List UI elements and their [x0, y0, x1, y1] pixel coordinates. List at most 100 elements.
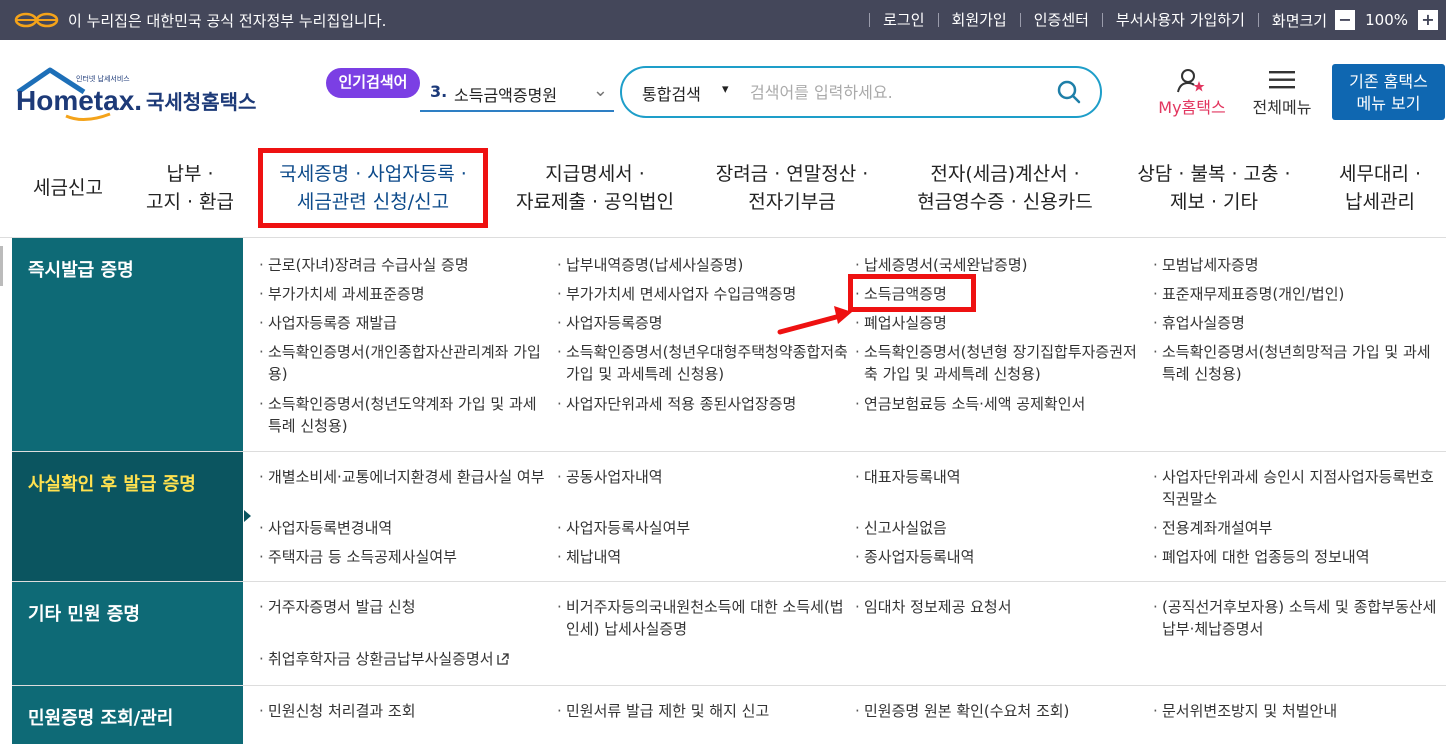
- my-hometax-label: My홈택스: [1158, 98, 1226, 117]
- legacy-line1: 기존 홈택스: [1349, 72, 1428, 91]
- nav-payment[interactable]: 납부 · 고지 · 환급: [130, 138, 250, 238]
- nav-tax-agent[interactable]: 세무대리 · 납세관리: [1322, 138, 1438, 238]
- menu-link[interactable]: 주택자금 등 소득공제사실여부: [259, 546, 548, 568]
- menu-link[interactable]: 모범납세자증명: [1153, 254, 1442, 276]
- nav-consulting[interactable]: 상담 · 불복 · 고충 · 제보 · 기타: [1124, 138, 1304, 238]
- zoom-label: 화면크기: [1271, 11, 1328, 30]
- nav-label: 제보 · 기타: [1169, 191, 1259, 213]
- menu-link[interactable]: 표준재무제표증명(개인/법인): [1153, 283, 1442, 305]
- menu-link[interactable]: 폐업자에 대한 업종등의 정보내역: [1153, 546, 1442, 568]
- all-menu-button[interactable]: 전체메뉴: [1244, 66, 1320, 118]
- menu-link[interactable]: 부가가치세 과세표준증명: [259, 283, 548, 305]
- highlight-box: [848, 274, 976, 312]
- menu-link[interactable]: 납부내역증명(납세사실증명): [557, 254, 846, 276]
- menu-link[interactable]: 민원증명 원본 확인(수요처 조회): [855, 700, 1144, 722]
- red-arrow-icon: [777, 306, 852, 335]
- nav-tax-report[interactable]: 세금신고: [20, 138, 116, 238]
- popular-term[interactable]: 소득금액증명원: [454, 82, 557, 106]
- section-other-certs: 기타 민원 증명 거주자증명서 발급 신청 비거주자등의국내원천소득에 대한 소…: [12, 582, 1446, 686]
- menu-link[interactable]: 폐업사실증명: [855, 312, 1144, 334]
- nav-label: 장려금 · 연말정산 ·: [715, 163, 869, 185]
- all-menu-label: 전체메뉴: [1252, 98, 1312, 117]
- nav-label: 세무대리 ·: [1339, 163, 1421, 185]
- zoom-out-button[interactable]: −: [1335, 10, 1356, 30]
- section-title: 즉시발급 증명: [12, 238, 243, 451]
- my-hometax-button[interactable]: My홈택스: [1150, 66, 1234, 118]
- nav-e-invoice[interactable]: 전자(세금)계산서 · 현금영수증 · 신용카드: [900, 138, 1110, 238]
- menu-link[interactable]: (공직선거후보자용) 소득세 및 종합부동산세 납부·체납증명서: [1153, 596, 1442, 640]
- nav-incentives[interactable]: 장려금 · 연말정산 · 전자기부금: [704, 138, 880, 238]
- popular-search-rotator[interactable]: 3. 소득금액증명원 ⌄: [420, 74, 614, 112]
- zoom-in-button[interactable]: +: [1418, 10, 1438, 30]
- zoom-control: 화면크기 − 100% +: [1257, 10, 1446, 30]
- menu-link[interactable]: 취업후학자금 상환금납부사실증명서: [259, 648, 558, 670]
- gov-banner: 이 누리집은 대한민국 공식 전자정부 누리집입니다. 로그인 회원가입 인증센…: [0, 0, 1446, 40]
- section-instant-issue: 즉시발급 증명 근로(자녀)장려금 수급사실 증명 납부내역증명(납세사실증명)…: [12, 238, 1446, 452]
- menu-link[interactable]: 종사업자등록내역: [855, 546, 1144, 568]
- signup-link[interactable]: 회원가입: [937, 13, 1020, 28]
- nav-label: 납부 ·: [166, 163, 214, 185]
- nav-label: 납세관리: [1345, 191, 1415, 213]
- nav-label: 지급명세서 ·: [545, 163, 645, 185]
- menu-link[interactable]: 소득확인증명서(개인종합자산관리계좌 가입용): [259, 341, 548, 385]
- login-link[interactable]: 로그인: [869, 13, 937, 28]
- scroll-marker: [0, 246, 3, 286]
- menu-link[interactable]: 개별소비세·교통에너지환경세 환급사실 여부: [259, 466, 548, 488]
- nav-statements[interactable]: 지급명세서 · 자료제출 · 공익법인: [500, 138, 690, 238]
- search-scope-select[interactable]: 통합검색: [642, 81, 701, 105]
- menu-link[interactable]: 사업자등록증 재발급: [259, 312, 548, 334]
- menu-link[interactable]: 사업자등록변경내역: [259, 517, 548, 539]
- nav-highlight-box: [258, 148, 488, 228]
- legacy-line2: 메뉴 보기: [1356, 94, 1421, 113]
- scope-chevron-icon[interactable]: ▾: [722, 82, 729, 97]
- search-bar: 통합검색 ▾: [620, 66, 1102, 118]
- menu-link[interactable]: 대표자등록내역: [855, 466, 1144, 488]
- utility-links: 로그인 회원가입 인증센터 부서사용자 가입하기 화면크기 − 100% +: [869, 0, 1446, 40]
- menu-link-text: 취업후학자금 상환금납부사실증명서: [268, 650, 494, 668]
- menu-link[interactable]: 전용계좌개설여부: [1153, 517, 1442, 539]
- menu-link[interactable]: 거주자증명서 발급 신청: [259, 596, 548, 618]
- menu-link[interactable]: 소득확인증명서(청년우대형주택청약종합저축 가입 및 과세특례 신청용): [557, 341, 848, 385]
- menu-link[interactable]: 체납내역: [557, 546, 846, 568]
- nav-label: 세금신고: [33, 177, 103, 199]
- menu-link[interactable]: 신고사실없음: [855, 517, 1144, 539]
- search-icon[interactable]: [1056, 79, 1082, 105]
- dept-user-signup-link[interactable]: 부서사용자 가입하기: [1101, 13, 1258, 28]
- section-title: 민원증명 조회/관리: [12, 686, 243, 744]
- section-verified-issue: 사실확인 후 발급 증명 개별소비세·교통에너지환경세 환급사실 여부 공동사업…: [12, 452, 1446, 582]
- search-input[interactable]: [750, 80, 1040, 104]
- menu-link[interactable]: 근로(자녀)장려금 수급사실 증명: [259, 254, 548, 276]
- section-cert-management: 민원증명 조회/관리 민원신청 처리결과 조회 민원서류 발급 제한 및 해지 …: [12, 686, 1446, 744]
- menu-link[interactable]: 문서위변조방지 및 처벌안내: [1153, 700, 1442, 722]
- menu-link[interactable]: 사업자단위과세 적용 종된사업장증명: [557, 393, 846, 415]
- menu-link[interactable]: 사업자단위과세 승인시 지점사업자등록번호 직권말소: [1153, 466, 1442, 510]
- menu-link[interactable]: 민원신청 처리결과 조회: [259, 700, 548, 722]
- eg-logo-icon: [14, 12, 59, 28]
- hamburger-icon: [1269, 71, 1295, 89]
- logo-subtitle: 인터넷 납세서비스: [76, 75, 130, 83]
- menu-link[interactable]: 임대차 정보제공 요청서: [855, 596, 1144, 618]
- popular-rank: 3.: [430, 82, 448, 101]
- menu-link[interactable]: 사업자등록사실여부: [557, 517, 846, 539]
- nav-label: 전자(세금)계산서 ·: [930, 163, 1080, 185]
- menu-link[interactable]: 휴업사실증명: [1153, 312, 1442, 334]
- legacy-menu-button[interactable]: 기존 홈택스 메뉴 보기: [1332, 64, 1445, 120]
- menu-link[interactable]: 소득확인증명서(청년희망적금 가입 및 과세특례 신청용): [1153, 341, 1442, 385]
- menu-link[interactable]: 연금보험료등 소득·세액 공제확인서: [855, 393, 1144, 415]
- external-link-icon: [496, 653, 509, 665]
- menu-link[interactable]: 비거주자등의국내원천소득에 대한 소득세(법인세) 납세사실증명: [557, 596, 844, 640]
- menu-link[interactable]: 민원서류 발급 제한 및 해지 신고: [557, 700, 846, 722]
- chevron-down-icon[interactable]: ⌄: [593, 80, 608, 101]
- menu-link[interactable]: 소득확인증명서(청년도약계좌 가입 및 과세특례 신청용): [259, 393, 548, 437]
- nav-label: 전자기부금: [748, 191, 836, 213]
- user-star-icon: [1177, 69, 1205, 93]
- cert-center-link[interactable]: 인증센터: [1019, 13, 1102, 28]
- nav-label: 자료제출 · 공익법인: [516, 191, 674, 213]
- menu-link[interactable]: 납세증명서(국세완납증명): [855, 254, 1144, 276]
- hometax-logo[interactable]: Hometax. 인터넷 납세서비스 국세청홈택스: [14, 66, 256, 126]
- menu-link[interactable]: 공동사업자내역: [557, 466, 846, 488]
- menu-link[interactable]: 소득확인증명서(청년형 장기집합투자증권저축 가입 및 과세특례 신청용): [855, 341, 1146, 385]
- popular-search-badge: 인기검색어: [326, 68, 420, 98]
- section-pointer-icon: [244, 510, 251, 522]
- main-nav: 세금신고 납부 · 고지 · 환급 국세증명 · 사업자등록 · 세금관련 신청/신…: [0, 138, 1446, 238]
